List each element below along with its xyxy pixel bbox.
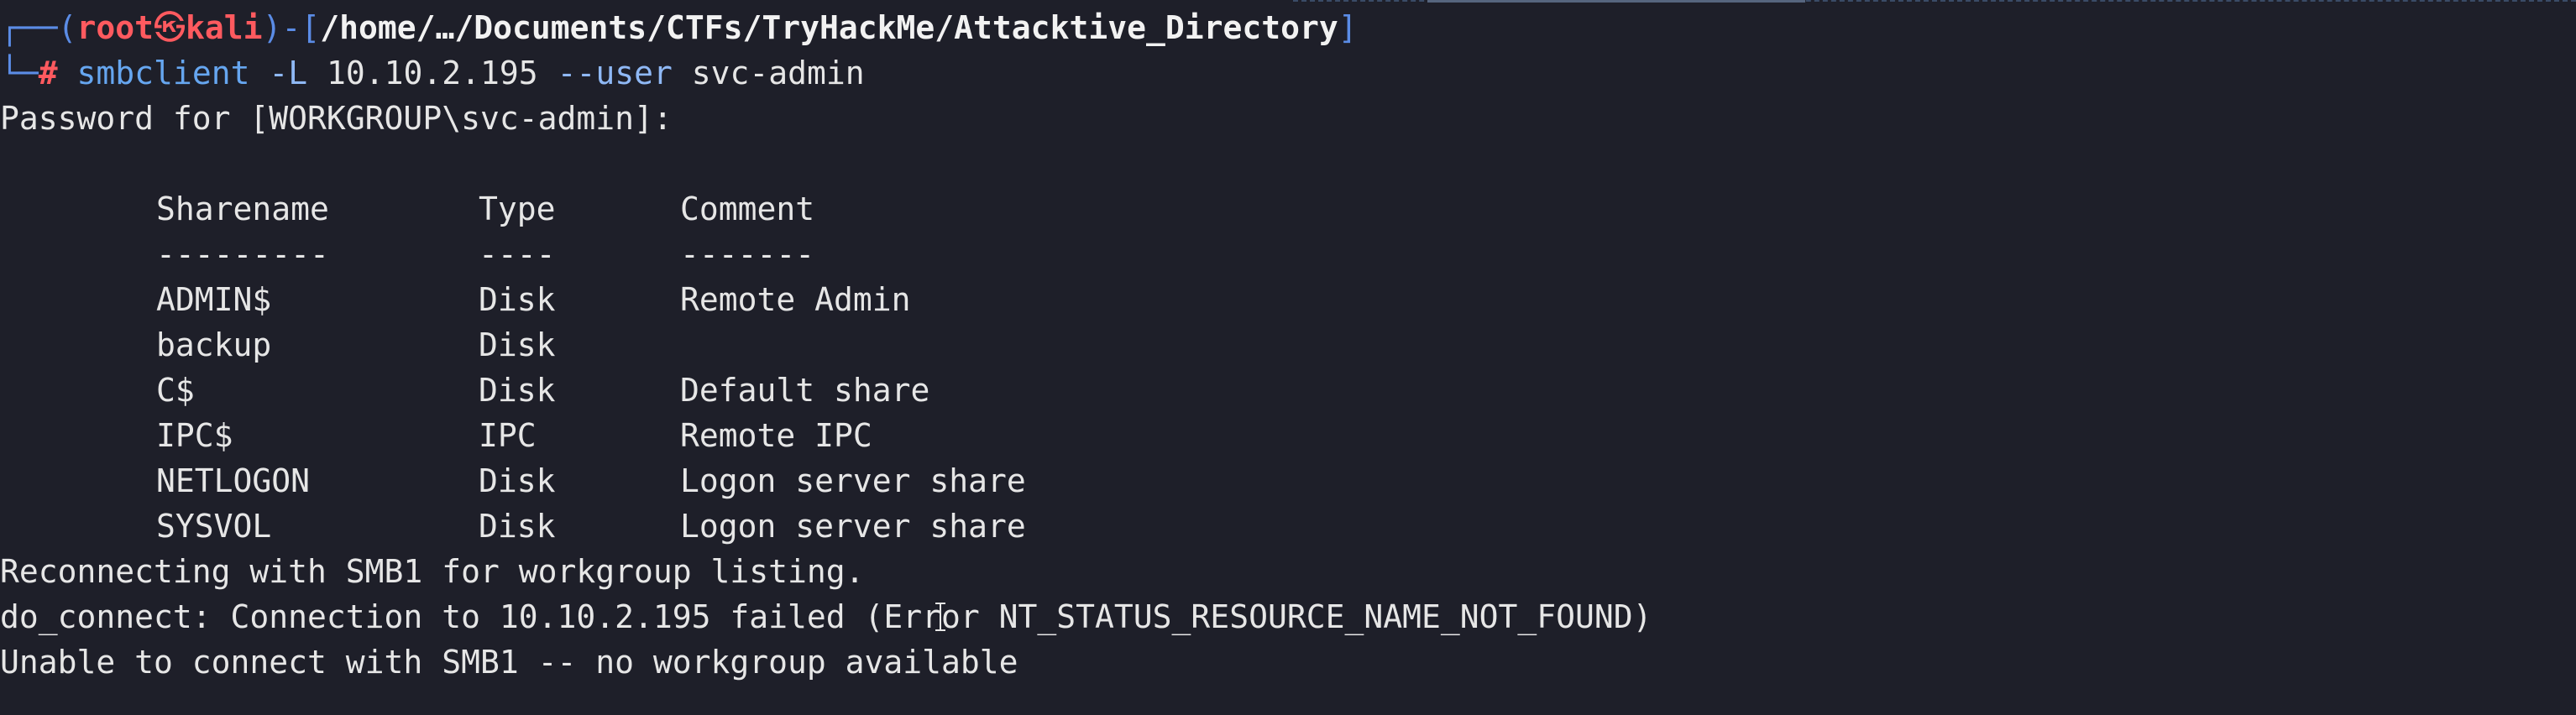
row-sharename: ADMIN$ [156,281,272,318]
table-row: SYSVOL Disk Logon server share [0,504,1092,549]
prompt-mid: )-[ [262,9,321,46]
prompt-hash: # [38,55,58,91]
row-sharename: C$ [156,372,195,409]
table-row: C$ Disk Default share [0,368,1092,413]
row-sharename: backup [156,326,272,363]
row-sharename: NETLOGON [156,462,311,499]
prompt-at-symbol: ㉿ [154,9,186,46]
table-row: NETLOGON Disk Logon server share [0,458,1092,504]
command-flag-user: --user [557,55,673,91]
row-type: Disk [479,372,556,409]
header-type: Type [479,190,556,227]
row-sharename: IPC$ [156,417,233,454]
header-comment: Comment [680,190,815,227]
terminal-window[interactable]: ┌──(root㉿kali)-[/home/…/Documents/CTFs/T… [0,0,2576,715]
command-line[interactable]: └─# smbclient -L 10.10.2.195 --user svc-… [0,50,865,96]
command-ip: 10.10.2.195 [327,55,538,91]
unable-message: Unable to connect with SMB1 -- no workgr… [0,644,1018,681]
row-comment: Default share [680,372,930,409]
row-comment: Logon server share [680,508,1026,545]
prompt-frame-top: ┌──( [0,9,77,46]
command-flag-l: -L [269,55,308,91]
reconnect-message: Reconnecting with SMB1 for workgroup lis… [0,553,865,590]
row-type: IPC [479,417,537,454]
separator-comment: ------- [680,236,815,273]
row-type: Disk [479,281,556,318]
prompt-host: kali [186,9,263,46]
password-prompt: Password for [WORKGROUP\svc-admin]: [0,100,673,137]
row-type: Disk [479,462,556,499]
prompt-user: root [76,9,154,46]
prompt-line-top: ┌──(root㉿kali)-[/home/…/Documents/CTFs/T… [0,5,1358,50]
row-comment: Remote IPC [680,417,872,454]
prompt-frame-bottom: └─ [0,55,39,91]
row-type: Disk [479,326,556,363]
row-sharename: SYSVOL [156,508,272,545]
table-row: ADMIN$ Disk Remote Admin [0,277,1092,322]
row-comment: Logon server share [680,462,1026,499]
row-comment: Remote Admin [680,281,911,318]
do-connect-error-text: do_connect: Connection to 10.10.2.195 fa… [0,598,1652,635]
header-sharename: Sharename [156,190,329,227]
table-row: backup Disk [0,322,1092,368]
share-table-separator: --------- ---- ------- [0,232,1092,277]
share-table-header: Sharename Type Comment [0,186,1092,232]
separator-type: ---- [479,236,556,273]
prompt-path: /home/…/Documents/CTFs/TryHackMe/Attackt… [320,9,1338,46]
text-ibeam-cursor-icon [935,602,945,632]
table-row: IPC$ IPC Remote IPC [0,413,1092,458]
command-program: smbclient [76,55,250,91]
window-top-highlight [1427,0,1805,3]
row-type: Disk [479,508,556,545]
prompt-close: ] [1338,9,1358,46]
do-connect-error: do_connect: Connection to 10.10.2.195 fa… [0,594,1763,639]
command-user-value: svc-admin [691,55,865,91]
separator-sharename: --------- [156,236,329,273]
